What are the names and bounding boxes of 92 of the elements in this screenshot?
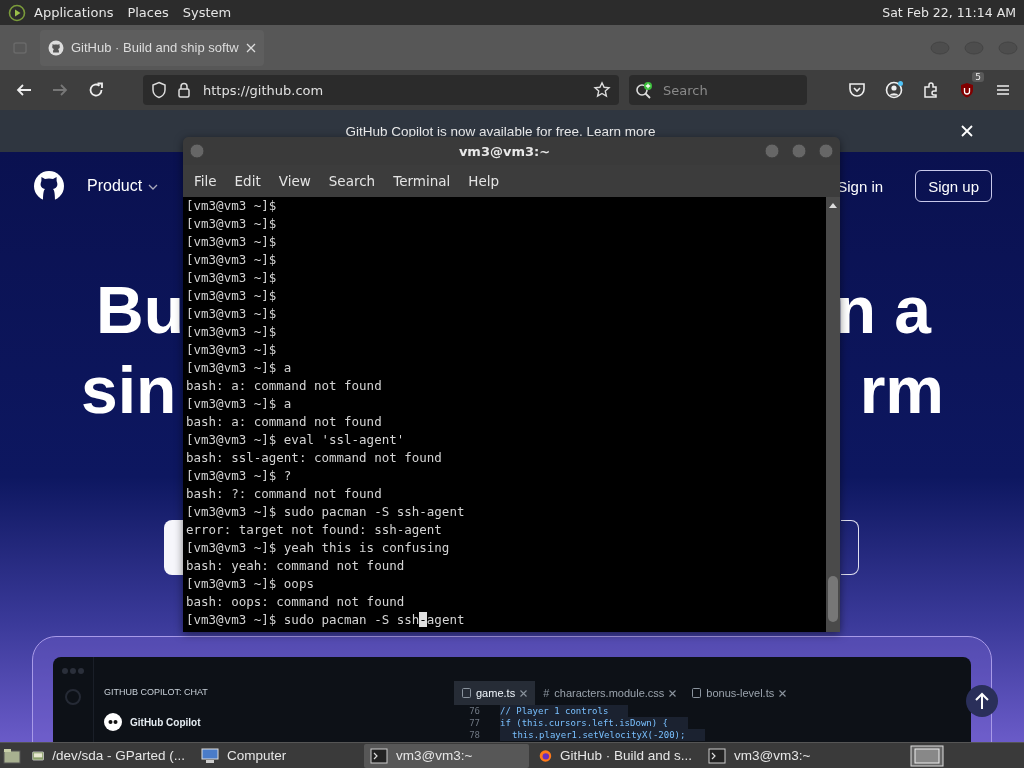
taskbar-item[interactable]: GitHub · Build and s... bbox=[533, 743, 698, 768]
terminal-line: [vm3@vm3 ~]$ a bbox=[186, 395, 293, 413]
nav-menu-link[interactable]: Product bbox=[87, 177, 159, 195]
reload-icon[interactable] bbox=[87, 81, 105, 99]
terminal-line: bash: ssl-agent: command not found bbox=[186, 449, 443, 467]
github-logo-icon bbox=[48, 39, 64, 56]
hero-heading: rm bbox=[859, 352, 944, 429]
terminal-line: bash: oops: command not found bbox=[186, 593, 406, 611]
scroll-top-button[interactable] bbox=[966, 685, 998, 717]
sign-up-button[interactable]: Sign up bbox=[915, 170, 992, 202]
lock-icon bbox=[177, 81, 191, 99]
panel-menu[interactable]: Applications bbox=[34, 5, 114, 20]
terminal-line: [vm3@vm3 ~]$ bbox=[186, 323, 278, 341]
assistant-name: GitHub Copilot bbox=[130, 716, 201, 728]
menu-item[interactable]: File bbox=[185, 173, 226, 189]
github-logo-icon[interactable] bbox=[33, 170, 65, 202]
shield-extension-icon[interactable] bbox=[958, 81, 976, 99]
menu-item[interactable]: Edit bbox=[225, 173, 270, 189]
terminal-line: [vm3@vm3 ~]$ sudo pacman -S ssh-agent bbox=[186, 503, 466, 521]
terminal-line: [vm3@vm3 ~]$ ? bbox=[186, 467, 293, 485]
puzzle-icon[interactable] bbox=[922, 81, 940, 99]
copilot-icon bbox=[104, 713, 122, 731]
scroll-up-arrow-icon[interactable] bbox=[828, 201, 838, 209]
terminal-line: bash: ?: command not found bbox=[186, 485, 383, 503]
hero-button[interactable] bbox=[841, 520, 859, 575]
search-input[interactable]: Search bbox=[661, 81, 795, 99]
editor-tab[interactable]: bonus-level.ts bbox=[684, 681, 795, 705]
taskbar-item[interactable]: vm3@vm3:~ bbox=[364, 743, 529, 768]
menu-item[interactable]: View bbox=[269, 173, 320, 189]
menu-item[interactable]: Search bbox=[319, 173, 385, 189]
terminal-line: [vm3@vm3 ~]$ bbox=[186, 341, 278, 359]
panel-menu[interactable]: Places bbox=[127, 5, 169, 20]
panel-title: GITHUB COPILOT: CHAT bbox=[104, 687, 209, 697]
terminal-line: bash: a: command not found bbox=[186, 413, 383, 431]
terminal-line: [vm3@vm3 ~]$ bbox=[186, 233, 278, 251]
close-icon[interactable] bbox=[779, 689, 787, 697]
app-menu-icon[interactable] bbox=[8, 3, 26, 22]
terminal-icon bbox=[708, 747, 726, 764]
chat-icon bbox=[65, 689, 81, 705]
close-icon[interactable] bbox=[669, 689, 677, 697]
file-icon bbox=[462, 688, 471, 698]
menu-item[interactable]: Help bbox=[459, 173, 509, 189]
menu-item[interactable]: Terminal bbox=[384, 173, 460, 189]
terminal-line: [vm3@vm3 ~]$ bbox=[186, 197, 278, 215]
pocket-icon[interactable] bbox=[848, 81, 866, 99]
panel-menu[interactable]: System bbox=[182, 5, 232, 20]
terminal-line: [vm3@vm3 ~]$ bbox=[186, 269, 278, 287]
terminal-line: [vm3@vm3 ~]$ bbox=[186, 251, 278, 269]
hero-heading: n a bbox=[835, 272, 931, 349]
taskbar-item[interactable]: vm3@vm3:~ bbox=[702, 743, 867, 768]
hero-heading: sin bbox=[81, 352, 177, 429]
hero-button[interactable] bbox=[164, 520, 183, 575]
browser-tab[interactable]: GitHub · Build and ship softw bbox=[40, 29, 264, 66]
learn-more-link[interactable]: Learn more bbox=[586, 123, 656, 139]
workspace-switcher-icon[interactable] bbox=[910, 744, 944, 767]
terminal-line: [vm3@vm3 ~]$ sudo pacman -S ssh-agent bbox=[186, 611, 466, 629]
window-controls-icon bbox=[62, 667, 84, 675]
search-icon bbox=[635, 81, 655, 99]
terminal-line: [vm3@vm3 ~]$ a bbox=[186, 359, 293, 377]
terminal-line: [vm3@vm3 ~]$ bbox=[186, 305, 278, 323]
account-icon[interactable] bbox=[884, 80, 904, 100]
show-desktop-icon[interactable] bbox=[2, 746, 22, 765]
line-number: 78 bbox=[468, 729, 480, 741]
editor-tab[interactable]: game.ts bbox=[454, 681, 536, 705]
address-field[interactable]: https://github.com bbox=[143, 75, 619, 105]
terminal-line: [vm3@vm3 ~]$ oops bbox=[186, 575, 315, 593]
announcement-text: GitHub Copilot is now available for free. Learn more bbox=[345, 123, 656, 139]
hero-heading: Bu bbox=[96, 272, 184, 349]
line-number: 77 bbox=[468, 717, 480, 729]
editor-tab[interactable]: # characters.module.css bbox=[535, 681, 685, 705]
terminal-line: bash: a: command not found bbox=[186, 377, 383, 395]
file-icon bbox=[692, 688, 702, 698]
scrollbar-thumb[interactable] bbox=[828, 576, 838, 622]
terminal-line: error: target not found: ssh-agent bbox=[186, 521, 443, 539]
terminal-line: [vm3@vm3 ~]$ eval 'ssl-agent' bbox=[186, 431, 406, 449]
clock: Sat Feb 22, 11:14 AM bbox=[882, 5, 1016, 20]
terminal-line: [vm3@vm3 ~]$ yeah this is confusing bbox=[186, 539, 451, 557]
search-field[interactable]: Search bbox=[629, 75, 807, 105]
window-title: vm3@vm3:~ bbox=[458, 143, 551, 159]
terminal-line: bash: yeah: command not found bbox=[186, 557, 406, 575]
count-badge: 5 bbox=[972, 72, 984, 82]
arrow-up-icon bbox=[974, 692, 990, 710]
terminal-line: [vm3@vm3 ~]$ bbox=[186, 287, 278, 305]
star-icon[interactable] bbox=[593, 81, 611, 99]
line-number: 76 bbox=[468, 705, 480, 717]
terminal-line: [vm3@vm3 ~]$ bbox=[186, 215, 278, 233]
terminal-icon bbox=[370, 747, 388, 764]
taskbar-item[interactable]: /dev/sda - GParted (... bbox=[26, 743, 191, 768]
shield-icon[interactable] bbox=[151, 81, 167, 99]
taskbar-item[interactable]: Computer bbox=[195, 743, 360, 768]
scrollbar[interactable] bbox=[826, 197, 840, 632]
monitor-icon bbox=[201, 747, 219, 764]
